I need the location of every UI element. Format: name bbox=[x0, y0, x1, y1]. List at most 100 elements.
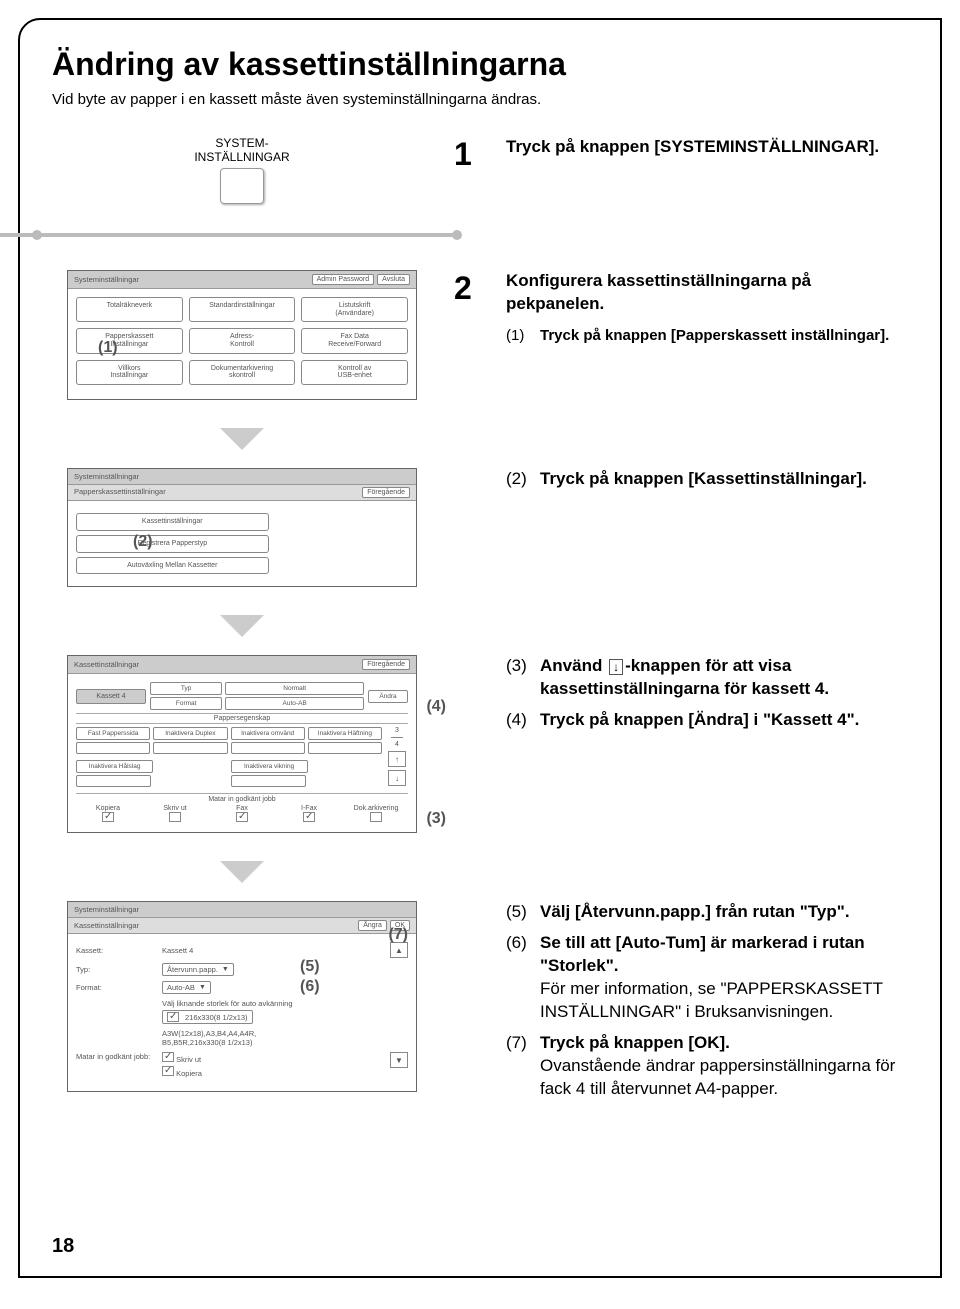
panel1-btn-faxdata[interactable]: Fax Data Receive/Forward bbox=[301, 328, 408, 353]
hardware-key: SYSTEM- INSTÄLLNINGAR bbox=[194, 136, 289, 204]
job-skrivut-check[interactable] bbox=[162, 1052, 174, 1062]
prop-box[interactable] bbox=[308, 742, 382, 754]
pappersegenskap-label: Pappersegenskap bbox=[76, 713, 408, 724]
panel2-prev-button[interactable]: Föregående bbox=[362, 487, 410, 498]
prop-inaktivera-haftning: Inaktivera Häftning bbox=[308, 727, 382, 740]
typ-label: Typ bbox=[150, 682, 222, 695]
format-dropdown[interactable]: Auto-AB▼ bbox=[162, 981, 211, 994]
prop-box[interactable] bbox=[231, 742, 305, 754]
sub-4-text: Tryck på knappen [Ändra] i "Kassett 4". bbox=[540, 710, 859, 729]
callout-7: (7) bbox=[388, 926, 408, 944]
panel2-registrera-button[interactable]: Registrera Papperstyp (2) bbox=[76, 535, 269, 553]
format-label: Format: bbox=[76, 983, 156, 992]
panel1-btn-papperskassett[interactable]: Papperskassett Inställningar bbox=[76, 328, 183, 353]
callout-5: (5) bbox=[300, 958, 320, 976]
papperskassett-panel: Systeminställningar Papperskassettinstäl… bbox=[67, 468, 417, 587]
callout-1: (1) bbox=[98, 339, 118, 357]
admin-password-chip[interactable]: Admin Password bbox=[312, 274, 375, 285]
systeminstallningar-panel: Systeminställningar Admin Password Avslu… bbox=[67, 270, 417, 400]
page-number: 18 bbox=[52, 1235, 74, 1258]
format-value: Auto-AB bbox=[225, 697, 364, 710]
jobs-label: Matar in godkänt jobb: bbox=[76, 1052, 156, 1061]
auto-detect-hint: Välj liknande storlek för auto avkänning bbox=[162, 999, 293, 1008]
panel1-btn-dokumentarkivering[interactable]: Dokumentarkivering skontroll bbox=[189, 360, 296, 385]
job-skrivut: Skriv ut bbox=[143, 805, 207, 812]
job-dokarkivering-check[interactable] bbox=[370, 812, 382, 822]
panel1-title: Systeminställningar bbox=[74, 275, 139, 284]
callout-3: (3) bbox=[426, 810, 446, 828]
sub-3-text: Använd ↓-knappen för att visa kassettins… bbox=[540, 655, 908, 701]
page-subtitle: Vid byte av papper i en kassett måste äv… bbox=[52, 91, 908, 108]
sub-7-text: Tryck på knappen [OK]. Ovanstående ändra… bbox=[540, 1032, 908, 1101]
prop-box[interactable] bbox=[231, 775, 306, 787]
typ-dropdown[interactable]: Återvunn.papp.▼ bbox=[162, 963, 234, 976]
matar-in-label: Matar in godkänt jobb bbox=[76, 793, 408, 803]
close-chip[interactable]: Avsluta bbox=[377, 274, 410, 285]
prop-inaktivera-omvand: Inaktivera omvänd bbox=[231, 727, 305, 740]
sizes-list: A3W(12x18),A3,B4,A4,A4R, B5,B5R,216x330(… bbox=[162, 1029, 408, 1047]
scroll-up-button[interactable]: ↑ bbox=[388, 751, 406, 767]
page-title: Ändring av kassettinställningarna bbox=[52, 46, 908, 83]
sub-2-num: (2) bbox=[506, 468, 540, 491]
prop-box[interactable] bbox=[76, 775, 151, 787]
hardware-key-button[interactable] bbox=[220, 168, 264, 204]
scroll-down-button[interactable]: ▼ bbox=[390, 1052, 408, 1068]
hardware-key-label: SYSTEM- INSTÄLLNINGAR bbox=[194, 136, 289, 164]
scroll-down-button[interactable]: ↓ bbox=[388, 770, 406, 786]
job-skrivut-check[interactable] bbox=[169, 812, 181, 822]
kassett-label: Kassett: bbox=[76, 946, 156, 955]
sub-4-num: (4) bbox=[506, 709, 540, 732]
panel1-btn-totalrakneverk[interactable]: Totalräkneverk bbox=[76, 297, 183, 322]
kassettinstallningar-panel: Kassettinställningar Föregående Kassett … bbox=[67, 655, 417, 833]
format-label: Format bbox=[150, 697, 222, 710]
scroll-up-button[interactable]: ▲ bbox=[390, 942, 408, 958]
panel1-btn-villkor[interactable]: Villkors Inställningar bbox=[76, 360, 183, 385]
callout-6: (6) bbox=[300, 978, 320, 996]
panel2-header: Papperskassettinställningar bbox=[74, 487, 166, 498]
arrow-down-icon bbox=[220, 861, 264, 883]
prop-inaktivera-duplex: Inaktivera Duplex bbox=[153, 727, 227, 740]
step-1-number: 1 bbox=[454, 136, 484, 173]
prop-fast-papperssida: Fast Papperssida bbox=[76, 727, 150, 740]
panel4-header: Kassettinställningar bbox=[74, 921, 139, 930]
sub-1-text: Tryck på knappen [Papperskassett inställ… bbox=[540, 327, 889, 344]
step-2-text: Konfigurera kassettinställningarna på pe… bbox=[506, 270, 908, 354]
panel3-title: Kassettinställningar bbox=[74, 660, 139, 669]
job-kopiera-label: Kopiera bbox=[176, 1069, 202, 1078]
job-dokarkivering: Dok.arkivering bbox=[344, 805, 408, 812]
job-ifax-check[interactable] bbox=[303, 812, 315, 822]
arrow-down-icon bbox=[220, 428, 264, 450]
typ-label: Typ: bbox=[76, 965, 156, 974]
sub-3-num: (3) bbox=[506, 655, 540, 701]
step-2-number: 2 bbox=[454, 270, 484, 307]
panel1-btn-standardinstallningar[interactable]: Standardinställningar bbox=[189, 297, 296, 322]
typ-value: Normalt bbox=[225, 682, 364, 695]
kassett-typ-panel: Systeminställningar Kassettinställningar… bbox=[67, 901, 417, 1092]
panel1-btn-listutskrift[interactable]: Listutskrift (Användare) bbox=[301, 297, 408, 322]
sub-2-text: Tryck på knappen [Kassettinställningar]. bbox=[540, 469, 867, 488]
panel4-cancel-button[interactable]: Ångra bbox=[358, 920, 387, 931]
panel3-prev-button[interactable]: Föregående bbox=[362, 659, 410, 670]
auto-size-field[interactable]: 216x330(8 1/2x13) bbox=[162, 1010, 253, 1024]
job-skrivut-label: Skriv ut bbox=[176, 1055, 201, 1064]
step-1-text: Tryck på knappen [SYSTEMINSTÄLLNINGAR]. bbox=[506, 136, 908, 159]
panel4-title: Systeminställningar bbox=[74, 905, 139, 914]
prop-box[interactable] bbox=[76, 742, 150, 754]
arrow-down-icon: ↓ bbox=[609, 659, 623, 675]
job-fax-check[interactable] bbox=[236, 812, 248, 822]
sub-7-num: (7) bbox=[506, 1032, 540, 1101]
panel2-kassettinstallningar-button[interactable]: Kassettinställningar bbox=[76, 513, 269, 531]
sub-1-num: (1) bbox=[506, 326, 540, 346]
sub-6-text: Se till att [Auto-Tum] är markerad i rut… bbox=[540, 932, 908, 1024]
job-kopiera-check[interactable] bbox=[102, 812, 114, 822]
panel1-btn-usb[interactable]: Kontroll av USB-enhet bbox=[301, 360, 408, 385]
sub-5-num: (5) bbox=[506, 901, 540, 924]
job-kopiera-check[interactable] bbox=[162, 1066, 174, 1076]
panel1-btn-adresskontroll[interactable]: Adress- Kontroll bbox=[189, 328, 296, 353]
andra-button[interactable]: Ändra bbox=[368, 690, 408, 703]
prop-box[interactable] bbox=[153, 742, 227, 754]
pagenum-3: 3 bbox=[395, 727, 399, 734]
panel2-autovaxling-button[interactable]: Autoväxling Mellan Kassetter bbox=[76, 557, 269, 575]
panel2-title: Systeminställningar bbox=[74, 472, 139, 481]
sub-5-text: Välj [Återvunn.papp.] från rutan "Typ". bbox=[540, 902, 850, 921]
